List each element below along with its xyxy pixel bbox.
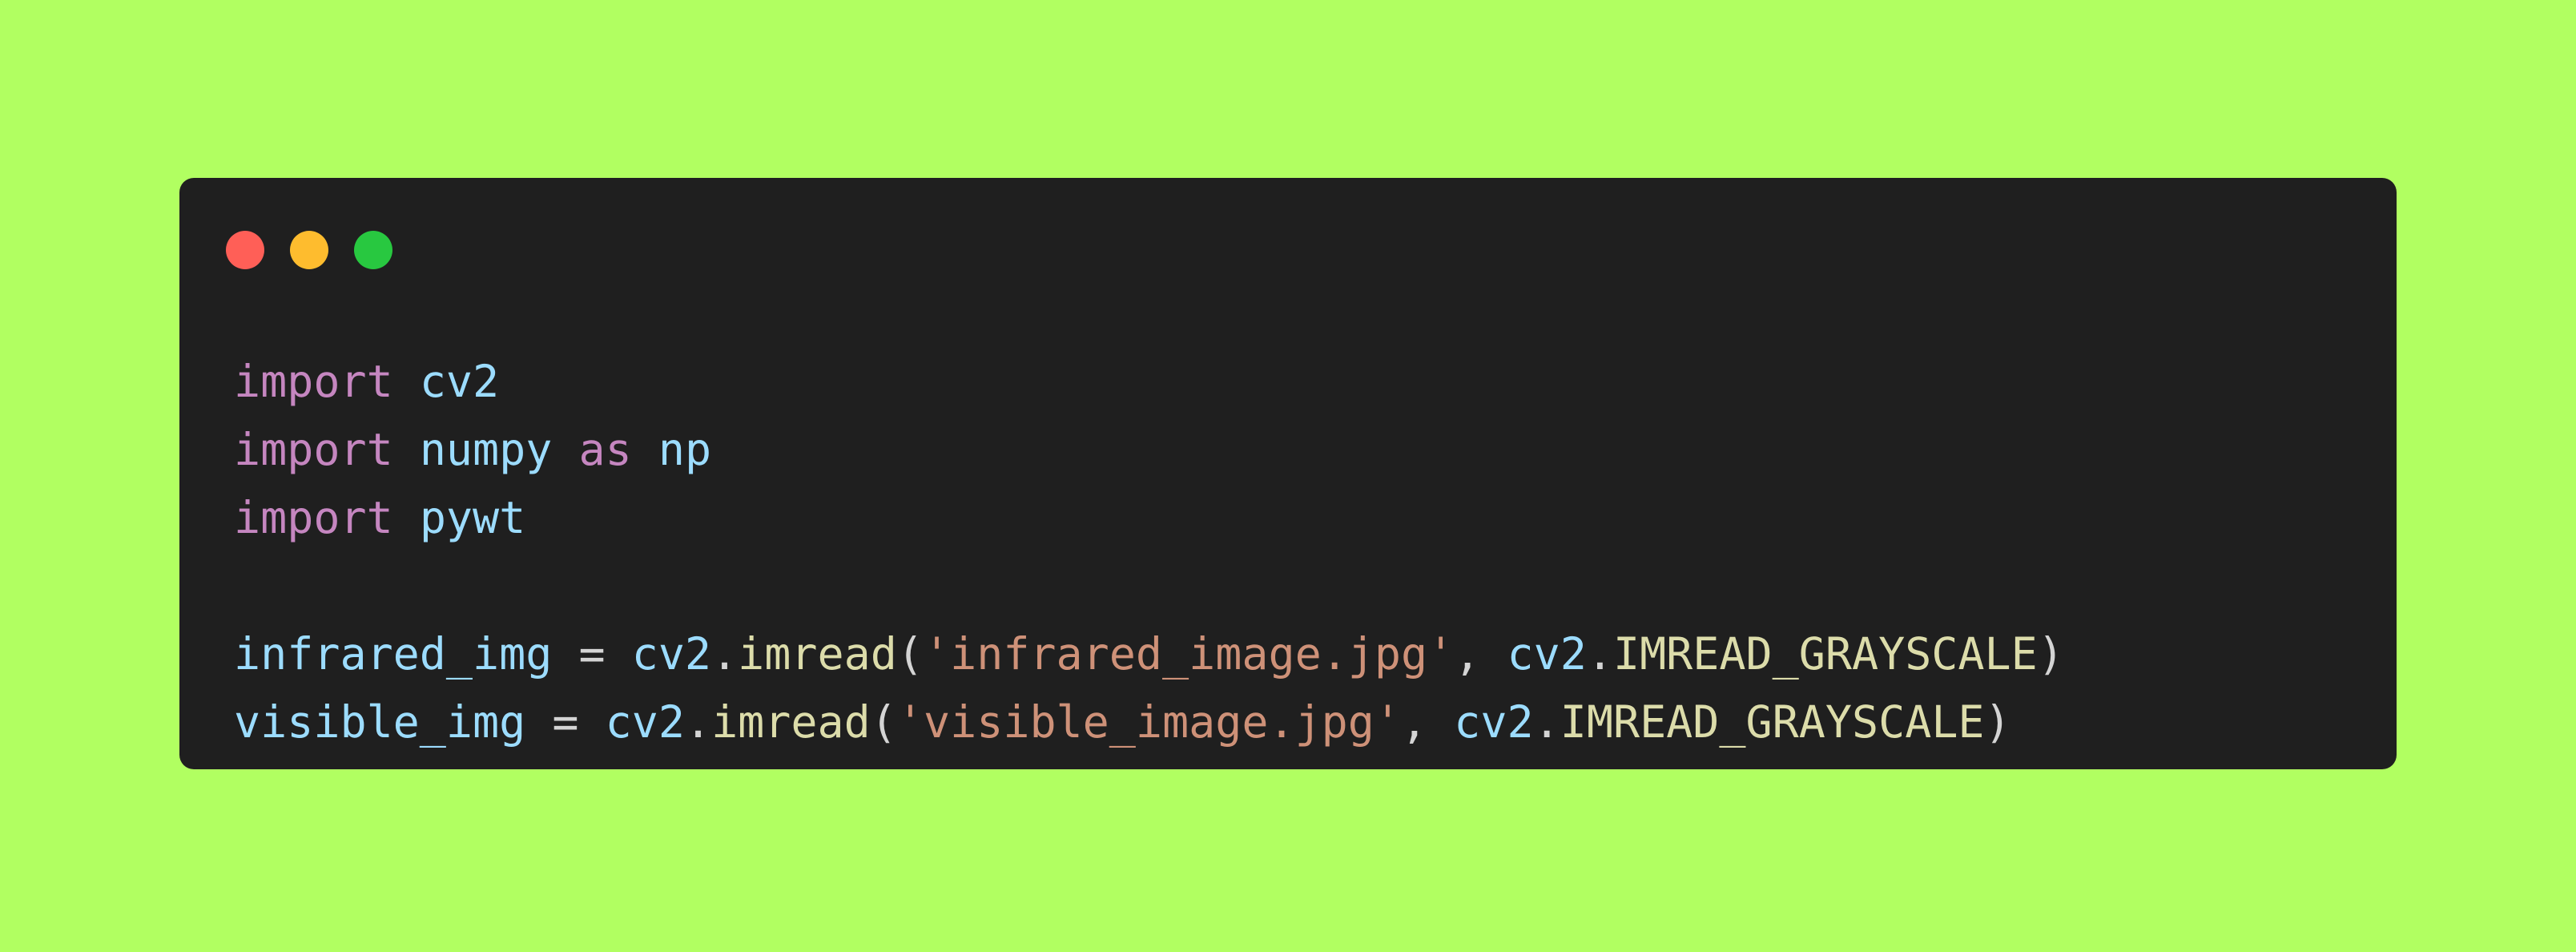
code-token: imread bbox=[738, 628, 897, 680]
code-line: infrared_img = cv2.imread('infrared_imag… bbox=[234, 620, 2064, 688]
code-token: , bbox=[1454, 628, 1507, 680]
code-token: 'infrared_image.jpg' bbox=[923, 628, 1455, 680]
code-token: . bbox=[1533, 696, 1560, 748]
code-token: 'visible_image.jpg' bbox=[896, 696, 1402, 748]
code-token: ( bbox=[896, 628, 924, 680]
code-token: cv2 bbox=[631, 628, 712, 680]
code-token: . bbox=[1586, 628, 1613, 680]
code-token: infrared_img bbox=[234, 628, 553, 680]
code-token: ) bbox=[1984, 696, 2011, 748]
code-line: import pywt bbox=[234, 484, 2064, 552]
code-token: imread bbox=[711, 696, 871, 748]
code-token: import bbox=[234, 424, 393, 475]
code-token: import bbox=[234, 356, 393, 407]
code-token: import bbox=[234, 492, 393, 543]
code-token: visible_img bbox=[234, 696, 526, 748]
code-line: import numpy as np bbox=[234, 416, 2064, 484]
code-token: cv2 bbox=[605, 696, 685, 748]
code-token: numpy bbox=[419, 424, 553, 475]
code-token: . bbox=[711, 628, 739, 680]
code-line: import cv2 bbox=[234, 348, 2064, 416]
code-block: import cv2 import numpy as np import pywt i… bbox=[234, 348, 2064, 756]
code-token: = bbox=[552, 628, 632, 680]
window-controls bbox=[226, 231, 392, 269]
code-token: . bbox=[684, 696, 712, 748]
minimize-dot-icon[interactable] bbox=[290, 231, 328, 269]
code-token: cv2 bbox=[1454, 696, 1534, 748]
code-token: np bbox=[658, 424, 712, 475]
code-token: ) bbox=[2037, 628, 2064, 680]
code-token: cv2 bbox=[419, 356, 500, 407]
code-token: pywt bbox=[419, 492, 526, 543]
code-line: visible_img = cv2.imread('visible_image.… bbox=[234, 688, 2064, 756]
code-token: as bbox=[578, 424, 632, 475]
code-token: , bbox=[1401, 696, 1455, 748]
code-token: = bbox=[525, 696, 606, 748]
code-token: IMREAD_GRAYSCALE bbox=[1612, 628, 2038, 680]
code-token: IMREAD_GRAYSCALE bbox=[1560, 696, 1985, 748]
maximize-dot-icon[interactable] bbox=[354, 231, 392, 269]
close-dot-icon[interactable] bbox=[226, 231, 264, 269]
code-token: cv2 bbox=[1507, 628, 1587, 680]
code-token: ( bbox=[870, 696, 897, 748]
code-window: import cv2 import numpy as np import pywt i… bbox=[179, 178, 2397, 769]
